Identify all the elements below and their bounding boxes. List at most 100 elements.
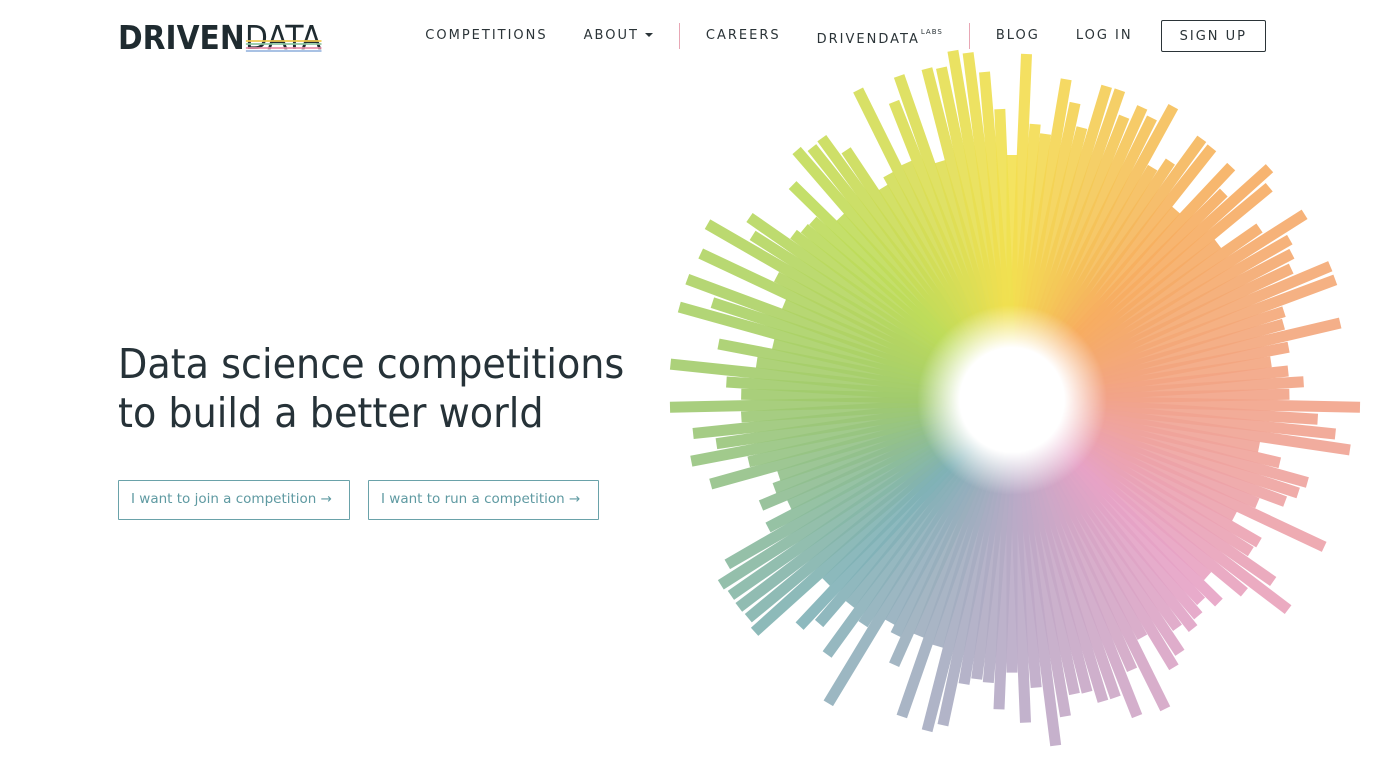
radial-bar	[758, 411, 976, 511]
radial-bar	[726, 376, 971, 403]
radial-bar	[982, 441, 1014, 684]
radial-bar	[1051, 318, 1285, 394]
radial-bar	[1022, 114, 1130, 363]
radial-bar	[1027, 434, 1148, 640]
radial-bar	[823, 433, 995, 707]
radial-bar	[878, 184, 995, 367]
nav-careers[interactable]: CAREERS	[688, 19, 799, 53]
radial-bar	[913, 437, 1002, 638]
radial-bar	[1050, 407, 1300, 499]
logo-stripe-4	[245, 49, 322, 52]
hero-headline: Data science competitions to build a bet…	[118, 340, 624, 438]
radial-bar	[1029, 164, 1158, 367]
radial-bar	[1025, 435, 1171, 712]
radial-bar	[1045, 416, 1262, 548]
radial-bar	[932, 438, 1006, 648]
radial-bar	[1011, 441, 1062, 747]
radial-bar	[1051, 406, 1309, 488]
radial-bar	[1042, 239, 1222, 379]
radial-bar	[809, 216, 985, 376]
radial-bar	[1022, 437, 1143, 719]
radial-bar	[889, 436, 1000, 667]
radial-bar	[1053, 388, 1290, 405]
logo-text-driven: DRIVEN	[118, 18, 245, 57]
radial-bar	[1018, 84, 1112, 362]
nav-labs-superscript: LABS	[920, 28, 943, 36]
radial-bar	[1046, 414, 1238, 522]
radial-center-glow	[917, 305, 1107, 495]
page: DRIVEN DATA COMPETITIONS ABOUT CAREERS D…	[0, 0, 1400, 779]
radial-bar	[1030, 158, 1175, 369]
nav-drivendata-labs[interactable]: DRIVENDATALABS	[799, 15, 961, 57]
radial-bar	[893, 74, 1004, 363]
nav-competitions[interactable]: COMPETITIONS	[407, 19, 565, 53]
radial-bar	[807, 144, 991, 371]
radial-bar	[777, 407, 974, 482]
nav-separator	[968, 23, 970, 49]
nav-blog[interactable]: BLOG	[978, 19, 1058, 53]
radial-bar	[690, 402, 972, 467]
radial-bar	[1011, 133, 1052, 359]
main-nav: COMPETITIONS ABOUT CAREERS DRIVENDATALAB…	[407, 19, 1266, 53]
radial-bar	[1035, 428, 1203, 620]
radial-bar	[962, 52, 1013, 359]
radial-bar	[993, 441, 1016, 710]
radial-bar	[704, 219, 979, 384]
radial-bar	[744, 422, 984, 623]
radial-bar	[1033, 144, 1217, 371]
radial-bar	[747, 404, 973, 468]
radial-bar	[1043, 419, 1277, 587]
radial-bar	[858, 431, 994, 628]
nav-about[interactable]: ABOUT	[566, 19, 671, 53]
radial-bar	[1010, 441, 1042, 689]
radial-bar	[1047, 412, 1327, 552]
radial-bar	[1053, 376, 1304, 403]
radial-bar	[1048, 411, 1260, 509]
radial-bar	[1036, 162, 1236, 374]
run-competition-button[interactable]: I want to run a competition →	[368, 480, 599, 520]
signup-button[interactable]: SIGN UP	[1160, 20, 1266, 52]
radial-bar	[1035, 206, 1181, 372]
radial-bar	[921, 439, 1007, 733]
join-competition-button[interactable]: I want to join a competition →	[118, 480, 350, 520]
radial-bar	[1052, 341, 1290, 398]
radial-bar	[792, 146, 989, 372]
radial-bar	[1008, 441, 1031, 723]
radial-bar	[845, 429, 991, 608]
hero-headline-line-1: Data science competitions	[118, 340, 625, 388]
radial-bar	[1047, 263, 1294, 388]
radial-bar	[1052, 400, 1351, 456]
radial-bar	[888, 99, 1002, 363]
radial-bar	[947, 49, 1011, 360]
radial-bar	[749, 230, 980, 383]
radial-bar	[669, 358, 971, 402]
radial-bar	[1053, 395, 1361, 413]
radial-bar	[1044, 417, 1254, 557]
radial-bar	[1049, 274, 1338, 391]
radial-bar	[710, 297, 974, 393]
radial-bar	[692, 398, 971, 439]
radial-bar	[740, 397, 971, 423]
radial-bar	[1049, 409, 1288, 507]
drivendata-logo[interactable]: DRIVEN DATA	[118, 16, 330, 56]
radial-bar	[1032, 430, 1182, 632]
radial-bar	[896, 437, 1004, 719]
radial-bar	[1046, 248, 1295, 386]
radial-bar	[1027, 103, 1179, 366]
radial-bar	[1033, 429, 1198, 633]
radial-bar	[890, 435, 999, 638]
radial-bar	[1051, 317, 1342, 396]
radial-bar	[1032, 135, 1207, 370]
radial-bar	[724, 416, 979, 570]
radial-bar	[1053, 398, 1336, 440]
nav-labs-label: DRIVENDATA	[816, 32, 920, 47]
radial-bar	[1044, 209, 1308, 383]
nav-login[interactable]: LOG IN	[1058, 19, 1151, 53]
radial-bar	[669, 395, 971, 413]
radial-bar	[1045, 234, 1293, 384]
radial-bar	[709, 406, 973, 490]
radial-bar	[814, 428, 989, 628]
radial-bar	[934, 160, 1006, 362]
radial-bar	[1015, 101, 1081, 361]
radial-bar	[781, 299, 976, 389]
